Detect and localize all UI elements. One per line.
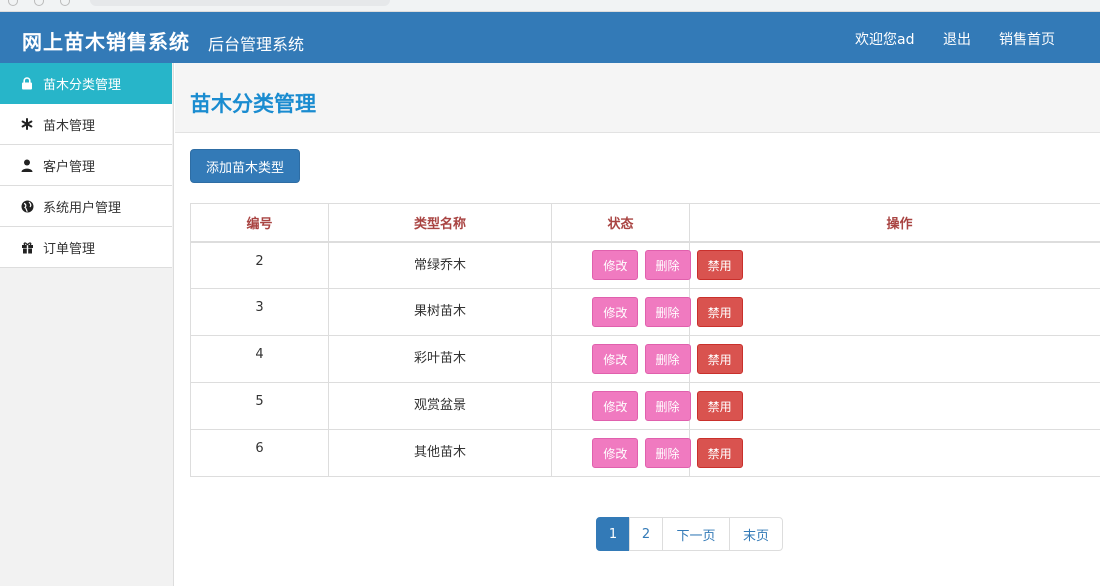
- cell-actions: 修改 删除 禁用: [592, 241, 1100, 289]
- table-row: 5 观赏盆景 启用 修改 删除 禁用: [190, 382, 1100, 430]
- cell-actions: 修改 删除 禁用: [592, 382, 1100, 430]
- cell-id: 2: [190, 241, 329, 289]
- cell-id: 5: [190, 382, 329, 430]
- sidebar-item-label: 客户管理: [43, 159, 96, 175]
- sidebar-item-seedling-management[interactable]: 苗木管理: [0, 104, 172, 145]
- brand-subtitle: 后台管理系统: [208, 35, 305, 54]
- sidebar-item-order-management[interactable]: 订单管理: [0, 227, 172, 268]
- delete-button[interactable]: 删除: [644, 438, 691, 468]
- sidebar-item-category-management[interactable]: 苗木分类管理: [0, 63, 172, 104]
- delete-button[interactable]: 删除: [644, 391, 691, 421]
- page-button-1[interactable]: 1: [596, 517, 630, 551]
- lock-icon: [20, 76, 34, 90]
- column-header-type-name: 类型名称: [328, 203, 552, 243]
- gift-icon: [20, 240, 34, 254]
- edit-button[interactable]: 修改: [592, 391, 639, 421]
- cell-id: 4: [190, 335, 329, 383]
- column-header-id: 编号: [190, 203, 329, 243]
- edit-button[interactable]: 修改: [592, 344, 639, 374]
- table-row: 2 常绿乔木 启用 修改 删除 禁用: [190, 241, 1100, 289]
- column-header-status: 状态: [551, 203, 690, 243]
- globe-icon: [20, 199, 34, 213]
- page-title: 苗木分类管理: [190, 92, 316, 116]
- sidebar-item-label: 系统用户管理: [43, 200, 122, 216]
- last-page-button[interactable]: 末页: [729, 517, 783, 551]
- table-header-row: 编号 类型名称 状态 操作: [190, 203, 1100, 243]
- address-bar[interactable]: [90, 0, 390, 6]
- disable-button[interactable]: 禁用: [696, 297, 743, 327]
- welcome-user-link[interactable]: 欢迎您ad: [855, 29, 914, 49]
- top-navbar: 网上苗木销售系统 后台管理系统 欢迎您ad 退出 销售首页: [0, 12, 1100, 63]
- cell-id: 6: [190, 429, 329, 477]
- edit-button[interactable]: 修改: [592, 438, 639, 468]
- table-row: 6 其他苗木 启用 修改 删除 禁用: [190, 429, 1100, 477]
- delete-button[interactable]: 删除: [644, 344, 691, 374]
- main-content: 苗木分类管理 添加苗木类型 编号 类型名称 状态 操作 2 常绿乔木 启用 修改…: [175, 63, 1100, 586]
- pagination: 1 2 下一页 末页: [596, 517, 783, 551]
- disable-button[interactable]: 禁用: [696, 250, 743, 281]
- back-icon[interactable]: [8, 0, 18, 6]
- delete-button[interactable]: 删除: [644, 250, 691, 281]
- cell-actions: 修改 删除 禁用: [592, 288, 1100, 336]
- add-category-button[interactable]: 添加苗木类型: [190, 149, 300, 183]
- logout-link[interactable]: 退出: [943, 29, 971, 49]
- cell-actions: 修改 删除 禁用: [592, 335, 1100, 383]
- cell-actions: 修改 删除 禁用: [592, 429, 1100, 477]
- column-header-actions: 操作: [689, 203, 1100, 243]
- disable-button[interactable]: 禁用: [696, 391, 743, 421]
- disable-button[interactable]: 禁用: [696, 344, 743, 374]
- reload-icon[interactable]: [60, 0, 70, 6]
- sidebar-item-system-user-management[interactable]: 系统用户管理: [0, 186, 172, 227]
- table-row: 3 果树苗木 启用 修改 删除 禁用: [190, 288, 1100, 336]
- sidebar: 苗木分类管理 苗木管理 客户管理 系统用户管理 订单管理: [0, 63, 174, 586]
- browser-toolbar-strip: [0, 0, 1100, 12]
- page-button-2[interactable]: 2: [629, 517, 663, 551]
- disable-button[interactable]: 禁用: [696, 438, 743, 468]
- edit-button[interactable]: 修改: [592, 297, 639, 327]
- edit-button[interactable]: 修改: [592, 250, 639, 281]
- cell-id: 3: [190, 288, 329, 336]
- page-header: 苗木分类管理: [175, 63, 1100, 133]
- next-page-button[interactable]: 下一页: [662, 517, 730, 551]
- brand-title[interactable]: 网上苗木销售系统: [22, 26, 190, 55]
- table-row: 4 彩叶苗木 启用 修改 删除 禁用: [190, 335, 1100, 383]
- delete-button[interactable]: 删除: [644, 297, 691, 327]
- sales-home-link[interactable]: 销售首页: [999, 29, 1055, 49]
- sidebar-item-label: 苗木管理: [43, 118, 96, 134]
- asterisk-icon: [20, 117, 34, 131]
- sidebar-item-customer-management[interactable]: 客户管理: [0, 145, 172, 186]
- category-table: 编号 类型名称 状态 操作 2 常绿乔木 启用 修改 删除 禁用 3 果树苗木 …: [190, 203, 1100, 477]
- sidebar-item-label: 苗木分类管理: [43, 77, 122, 93]
- sidebar-item-label: 订单管理: [43, 241, 96, 257]
- forward-icon[interactable]: [34, 0, 44, 6]
- user-icon: [20, 158, 34, 172]
